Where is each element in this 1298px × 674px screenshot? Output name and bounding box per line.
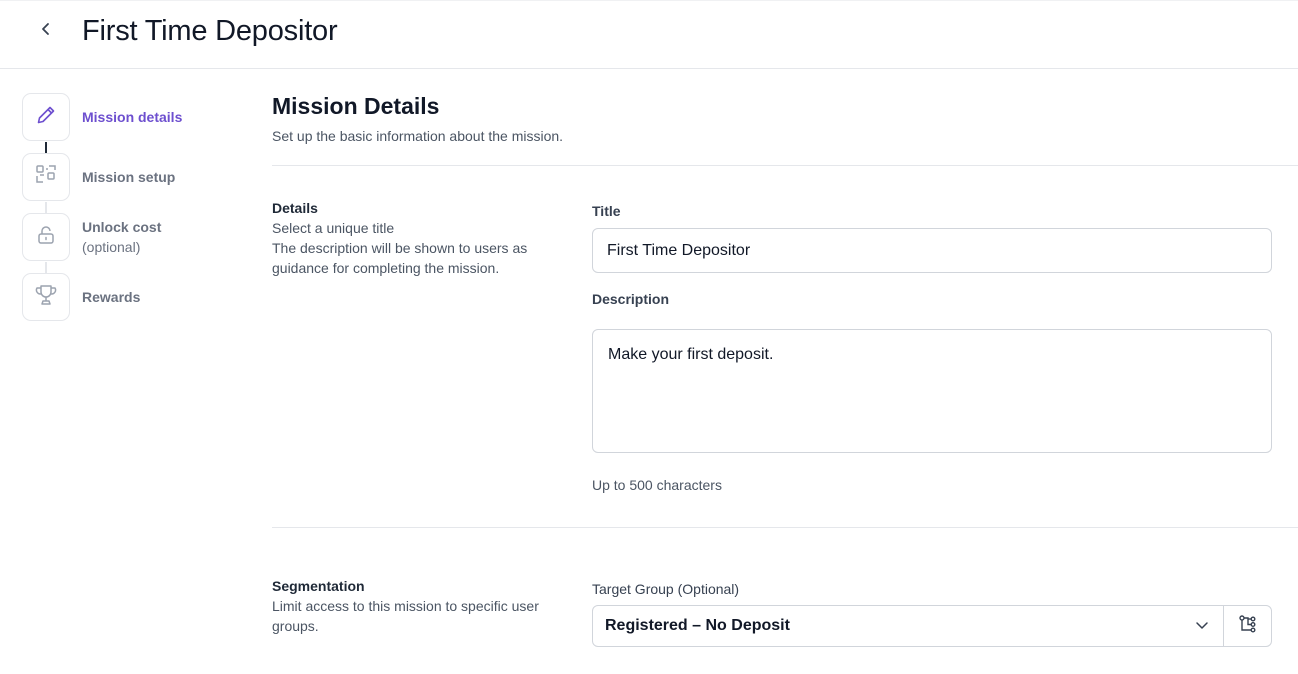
divider <box>272 165 1298 166</box>
divider <box>272 527 1298 528</box>
step-label: Mission details <box>82 109 183 125</box>
step-mission-details[interactable]: Mission details <box>22 93 242 141</box>
step-icon-box <box>22 213 70 261</box>
step-sublabel: (optional) <box>82 239 141 255</box>
segment-tree-button[interactable] <box>1224 606 1271 646</box>
chevron-down-icon <box>1195 618 1209 637</box>
target-group-label: Target Group (Optional) <box>592 581 740 597</box>
hierarchy-icon <box>1238 614 1258 639</box>
chevron-left-icon <box>39 22 53 41</box>
details-desc-2: The description will be shown to users a… <box>272 240 528 276</box>
page-title: First Time Depositor <box>82 15 338 47</box>
segmentation-desc: Limit access to this mission to specific… <box>272 598 539 634</box>
details-group-title: Details <box>272 200 318 216</box>
step-label: Rewards <box>82 289 141 305</box>
description-textarea[interactable]: Make your first deposit. <box>592 329 1272 453</box>
lock-icon <box>35 224 57 251</box>
step-icon-box <box>22 153 70 201</box>
step-label: Mission setup <box>82 169 176 185</box>
step-mission-setup[interactable]: Mission setup <box>22 153 242 201</box>
section-subtitle: Set up the basic information about the m… <box>272 128 564 144</box>
section-title: Mission Details <box>272 93 440 119</box>
step-label: Unlock cost <box>82 219 162 235</box>
description-helper: Up to 500 characters <box>592 477 722 493</box>
target-group-dropdown[interactable]: Registered – No Deposit <box>593 606 1223 646</box>
description-label: Description <box>592 291 670 307</box>
step-icon-box <box>22 93 70 141</box>
step-rewards[interactable]: Rewards <box>22 273 242 321</box>
step-unlock-cost[interactable]: Unlock cost (optional) <box>22 213 242 261</box>
setup-icon <box>34 163 58 192</box>
top-bar: First Time Depositor <box>0 0 1298 69</box>
title-input[interactable] <box>592 228 1272 273</box>
title-label: Title <box>592 203 621 219</box>
pencil-icon <box>35 104 57 131</box>
details-desc-1: Select a unique title <box>272 220 395 236</box>
segmentation-group-title: Segmentation <box>272 578 365 594</box>
step-icon-box <box>22 273 70 321</box>
back-button[interactable] <box>32 17 60 45</box>
target-group-value: Registered – No Deposit <box>605 617 790 634</box>
trophy-icon <box>34 283 58 312</box>
target-group-select: Registered – No Deposit <box>592 605 1272 647</box>
